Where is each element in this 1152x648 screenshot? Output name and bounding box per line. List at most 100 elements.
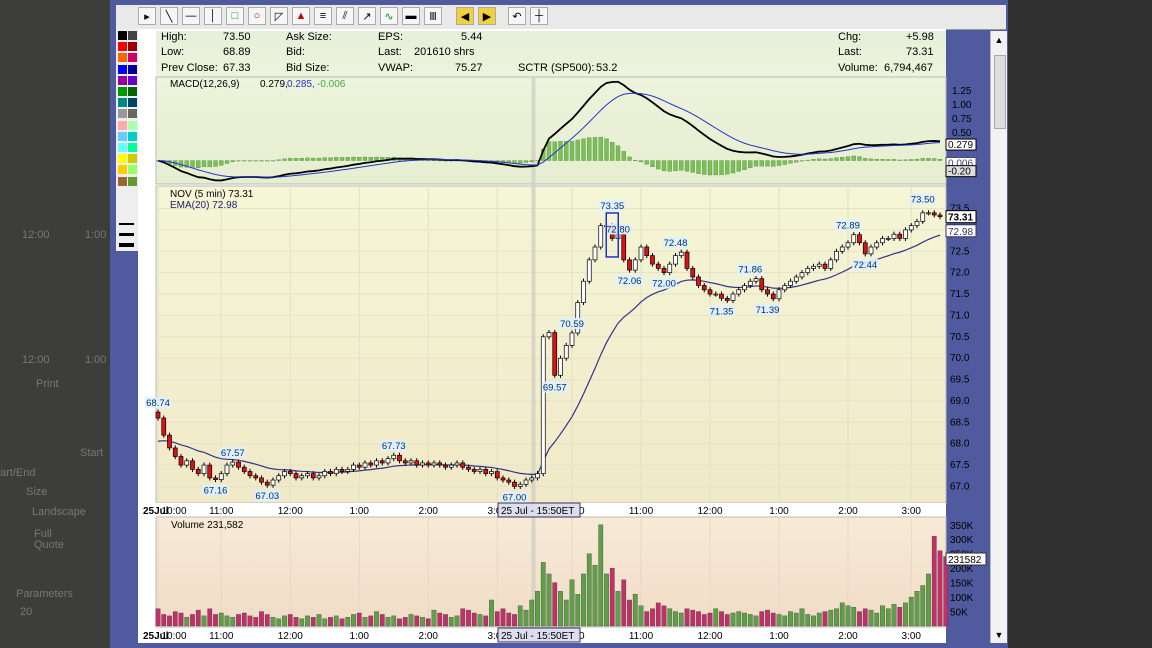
volume-bar (650, 608, 655, 627)
volume-bar (201, 615, 207, 627)
volume-bar (707, 612, 713, 627)
x-tick-label: 3:00 (902, 631, 922, 642)
macd-histogram-bar (293, 158, 299, 161)
volume-y-tick: 350K (950, 521, 974, 532)
candle-body (328, 471, 333, 474)
candle-body (638, 246, 644, 261)
volume-bar (839, 602, 845, 627)
price-annotation: 71.86 (738, 265, 762, 276)
volume-bar (224, 615, 230, 627)
volume-bar (747, 614, 753, 627)
candle-body (379, 460, 385, 464)
volume-bar (500, 608, 506, 627)
volume-bar (667, 608, 673, 627)
candle-body (529, 477, 535, 481)
candle-body (793, 276, 799, 282)
macd-histogram-bar (282, 158, 287, 161)
macd-histogram-bar (811, 159, 816, 161)
volume-bar (431, 609, 437, 627)
vertical-scrollbar[interactable]: ▲ ▼ (990, 31, 1007, 643)
candle-body (374, 460, 379, 466)
candle-body (851, 234, 857, 244)
volume-bar (897, 607, 903, 627)
macd-histogram-bar (679, 160, 684, 171)
x-tick-label: 1:00 (350, 631, 370, 642)
volume-bar (207, 608, 213, 627)
candle-body (857, 234, 862, 244)
volume-bar (420, 617, 425, 627)
volume-y-tick: 150K (950, 579, 974, 590)
price-annotation: 72.48 (664, 238, 688, 249)
volume-bar (477, 614, 483, 627)
candle-body (621, 233, 627, 261)
candle-body (908, 225, 914, 231)
candle-body (259, 477, 264, 483)
volume-bar (236, 614, 241, 627)
volume-bar (345, 617, 351, 627)
candle-body (184, 460, 190, 466)
macd-histogram-bar (592, 137, 598, 161)
x-tick-label: 2:00 (838, 631, 858, 642)
price-panel-bg (155, 185, 947, 504)
volume-bar (581, 573, 586, 627)
volume-bar (736, 611, 742, 627)
scroll-down-button[interactable]: ▼ (992, 628, 1006, 642)
volume-bar (885, 608, 891, 627)
candle-body (540, 336, 546, 474)
macd-histogram-bar (736, 160, 741, 172)
y-tick-label: 68.5 (950, 417, 970, 428)
macd-histogram-bar (644, 160, 649, 165)
x-tick-label: 2:00 (419, 631, 439, 642)
macd-histogram-bar (794, 160, 799, 163)
candle-body (391, 454, 397, 460)
chart-svg[interactable]: 68.7467.5767.1667.0367.7367.0070.5969.57… (0, 0, 1152, 648)
candle-body (477, 468, 483, 472)
candle-body (431, 462, 437, 466)
scroll-thumb[interactable] (994, 55, 1006, 129)
crosshair-line (531, 77, 536, 627)
x-tick-label: 1:00 (769, 631, 789, 642)
macd-panel-bg (155, 76, 947, 185)
macd-histogram-bar (834, 157, 839, 161)
volume-bar (811, 615, 816, 627)
candle-body (287, 471, 293, 474)
volume-bar (759, 611, 765, 627)
candle-body (443, 464, 448, 468)
candle-body (506, 479, 512, 483)
macd-histogram-bar (615, 145, 621, 161)
volume-bar (460, 608, 466, 627)
macd-histogram-bar (190, 160, 195, 168)
candle-body (920, 212, 926, 222)
candle-body (339, 468, 345, 472)
macd-histogram-bar (512, 160, 517, 164)
volume-bar (782, 615, 788, 627)
volume-bar (195, 609, 201, 627)
candle-body (736, 289, 742, 295)
candle-body (351, 464, 356, 470)
volume-bar (851, 607, 857, 627)
scroll-up-button[interactable]: ▲ (992, 33, 1006, 47)
y-tick-label: 72.0 (950, 268, 970, 279)
macd-histogram-bar (788, 160, 793, 164)
x-tick-label: 12:00 (278, 506, 303, 517)
candle-body (224, 464, 230, 474)
volume-bar (270, 617, 276, 627)
candle-body (425, 462, 431, 466)
candle-body (931, 212, 937, 216)
volume-bar (523, 609, 529, 627)
price-annotation: 68.74 (146, 398, 170, 409)
macd-histogram-bar (707, 160, 713, 176)
candle-body (627, 259, 632, 271)
candle-body (218, 473, 224, 480)
candle-body (845, 242, 851, 248)
candle-body (742, 285, 747, 291)
volume-bar (569, 579, 575, 627)
volume-bar (494, 611, 500, 627)
macd-histogram-bar (903, 159, 908, 161)
macd-histogram-bar (880, 159, 885, 161)
price-annotation: 67.57 (221, 448, 245, 459)
volume-bar (701, 614, 707, 627)
macd-histogram-bar (719, 160, 724, 175)
volume-bar (316, 614, 322, 627)
volume-bar (799, 608, 805, 627)
